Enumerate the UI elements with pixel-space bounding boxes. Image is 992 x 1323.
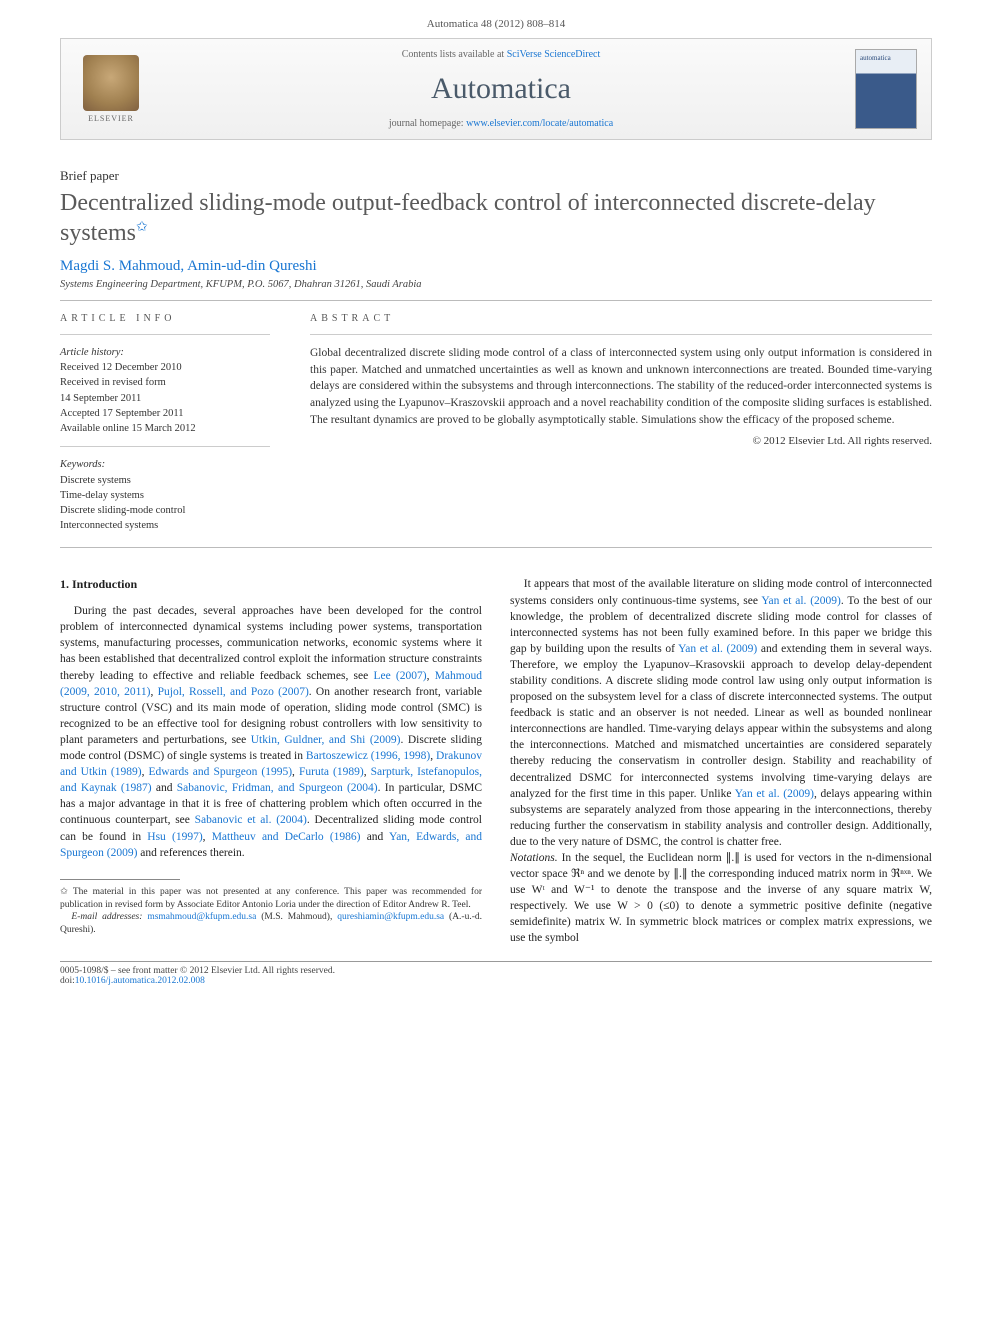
title-footnote-marker[interactable]: ✩ [136,220,148,235]
sciencedirect-link[interactable]: SciVerse ScienceDirect [507,49,601,60]
keywords-label: Keywords: [60,457,270,472]
notations-label: Notations. [510,852,558,864]
text-run: , [150,686,157,698]
journal-homepage-line: journal homepage: www.elsevier.com/locat… [161,118,841,129]
keyword: Discrete systems [60,473,270,488]
abstract-text: Global decentralized discrete sliding mo… [310,345,932,428]
article-title: Decentralized sliding-mode output-feedba… [60,188,932,248]
keyword: Discrete sliding-mode control [60,503,270,518]
text-run: , [142,766,149,778]
keyword: Time-delay systems [60,488,270,503]
contents-prefix: Contents lists available at [402,49,507,60]
history-revised-date: 14 September 2011 [60,391,270,406]
history-label: Article history: [60,345,270,360]
text-run: , [203,831,212,843]
text-run: , [364,766,371,778]
citation-link[interactable]: Furuta (1989) [299,766,364,778]
journal-homepage-link[interactable]: www.elsevier.com/locate/automatica [466,118,613,129]
author-affiliation: Systems Engineering Department, KFUPM, P… [60,279,932,290]
title-text: Decentralized sliding-mode output-feedba… [60,190,876,246]
footer-copyright: 0005-1098/$ – see front matter © 2012 El… [60,966,932,976]
citation-link[interactable]: Bartoszewicz (1996, 1998) [306,750,430,762]
text-run: , [427,670,435,682]
doi-link[interactable]: 10.1016/j.automatica.2012.02.008 [75,976,205,986]
section-heading-introduction: 1. Introduction [60,576,482,593]
citation-link[interactable]: Edwards and Spurgeon (1995) [149,766,293,778]
body-paragraph: During the past decades, several approac… [60,603,482,861]
text-run: and [361,831,390,843]
citation-link[interactable]: Lee (2007) [373,670,426,682]
publisher-logo-block: ELSEVIER [61,39,161,139]
footnote-rule [60,879,180,880]
citation-link[interactable]: Sabanovic et al. (2004) [195,814,307,826]
citation-link[interactable]: Yan et al. (2009) [761,595,841,607]
footnote-star: ✩ The material in this paper was not pre… [60,886,482,912]
notations-paragraph: Notations. In the sequel, the Euclidean … [510,850,932,947]
article-type: Brief paper [60,168,932,184]
contents-available-line: Contents lists available at SciVerse Sci… [161,49,841,60]
journal-name: Automatica [161,66,841,112]
text-run: and references therein. [137,847,244,859]
homepage-prefix: journal homepage: [389,118,466,129]
divider [60,300,932,301]
email-link[interactable]: msmahmoud@kfupm.edu.sa [147,912,256,922]
text-run: and extending them in several ways. Ther… [510,643,932,800]
author-names[interactable]: Magdi S. Mahmoud, Amin-ud-din Qureshi [60,258,932,275]
email-link[interactable]: qureshiamin@kfupm.edu.sa [337,912,444,922]
page-header-citation: Automatica 48 (2012) 808–814 [0,0,992,38]
body-columns: 1. Introduction During the past decades,… [60,576,932,946]
text-run: , [292,766,299,778]
email-label: E-mail addresses: [71,912,147,922]
abstract-copyright: © 2012 Elsevier Ltd. All rights reserved… [310,434,932,450]
citation-link[interactable]: Yan et al. (2009) [678,643,757,655]
history-accepted: Accepted 17 September 2011 [60,406,270,421]
notations-text: In the sequel, the Euclidean norm ∥.∥ is… [510,852,932,944]
journal-cover-icon [855,49,917,129]
abstract-label: ABSTRACT [310,313,932,324]
journal-cover-block [841,39,931,139]
article-info-label: ARTICLE INFO [60,313,270,324]
elsevier-tree-icon [83,55,139,111]
footnotes-block: ✩ The material in this paper was not pre… [60,886,482,937]
keyword: Interconnected systems [60,518,270,533]
citation-link[interactable]: Sabanovic, Fridman, and Spurgeon (2004) [177,782,378,794]
history-revised-label: Received in revised form [60,375,270,390]
article-info-block: Article history: Received 12 December 20… [60,334,270,533]
history-received: Received 12 December 2010 [60,360,270,375]
page-footer: 0005-1098/$ – see front matter © 2012 El… [60,961,932,986]
doi-label: doi: [60,976,75,986]
citation-link[interactable]: Mattheuv and DeCarlo (1986) [212,831,361,843]
citation-link[interactable]: Utkin, Guldner, and Shi (2009) [251,734,401,746]
email-name: (M.S. Mahmoud), [256,912,337,922]
publisher-name: ELSEVIER [88,114,134,123]
history-online: Available online 15 March 2012 [60,421,270,436]
citation-link[interactable]: Pujol, Rossell, and Pozo (2007) [158,686,309,698]
citation-link[interactable]: Yan et al. (2009) [735,788,814,800]
citation-link[interactable]: Hsu (1997) [147,831,202,843]
journal-masthead: ELSEVIER Contents lists available at Sci… [60,38,932,140]
text-run: and [152,782,177,794]
elsevier-logo: ELSEVIER [76,49,146,129]
body-paragraph: It appears that most of the available li… [510,576,932,850]
divider [60,547,932,548]
